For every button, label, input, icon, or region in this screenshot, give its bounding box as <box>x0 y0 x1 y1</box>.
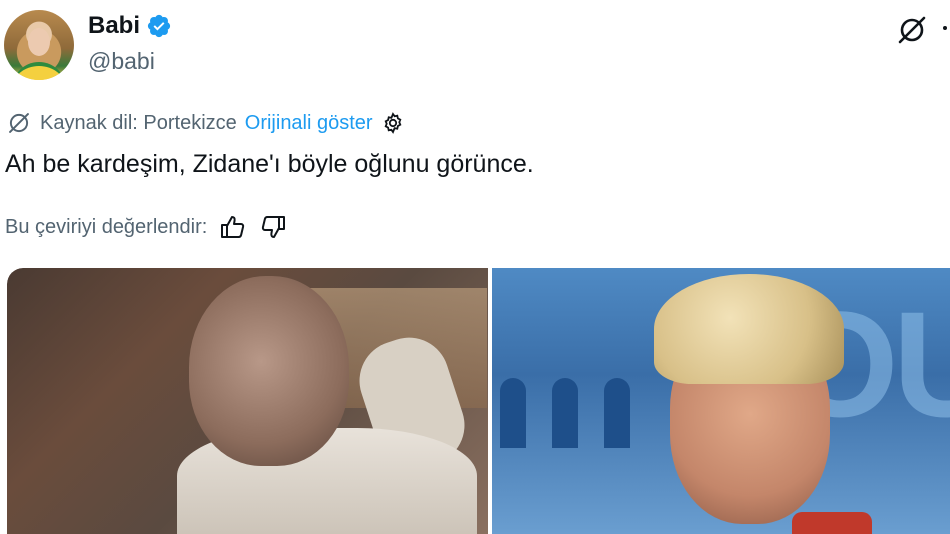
photo-1-head <box>189 276 349 466</box>
grok-icon[interactable] <box>896 14 928 46</box>
photo-2-hair <box>654 274 844 384</box>
thumbs-down-icon[interactable] <box>259 214 287 240</box>
show-original-link[interactable]: Orijinali göster <box>245 112 373 135</box>
more-options-icon[interactable] <box>940 24 950 32</box>
author-name-row: Babi <box>88 12 172 40</box>
source-language-label: Kaynak dil: Portekizce <box>40 111 237 134</box>
photo-2-collar <box>792 512 872 534</box>
translate-icon <box>6 110 32 136</box>
gear-icon[interactable] <box>381 111 405 135</box>
photo-2-arch <box>604 378 630 448</box>
verified-badge-icon <box>146 13 172 39</box>
rate-translation-label: Bu çeviriyi değerlendir: <box>5 215 208 238</box>
avatar-shirt <box>12 62 66 80</box>
avatar[interactable] <box>4 10 74 80</box>
photo-2-arch <box>552 378 578 448</box>
photo-2-arch <box>500 378 526 448</box>
media-photo-2[interactable]: OU <box>492 268 950 534</box>
author-handle[interactable]: @babi <box>88 48 155 75</box>
rate-translation: Bu çeviriyi değerlendir: <box>5 214 287 240</box>
thumbs-up-icon[interactable] <box>219 214 247 240</box>
author-display-name[interactable]: Babi <box>88 12 140 40</box>
media-photo-1[interactable] <box>7 268 488 534</box>
tweet-text: Ah be kardeşim, Zidane'ı böyle oğlunu gö… <box>5 150 534 178</box>
avatar-face <box>28 28 50 56</box>
translation-info: Kaynak dil: Portekizce Orijinali göster <box>6 110 405 136</box>
tweet-media-grid: OU <box>7 268 950 534</box>
